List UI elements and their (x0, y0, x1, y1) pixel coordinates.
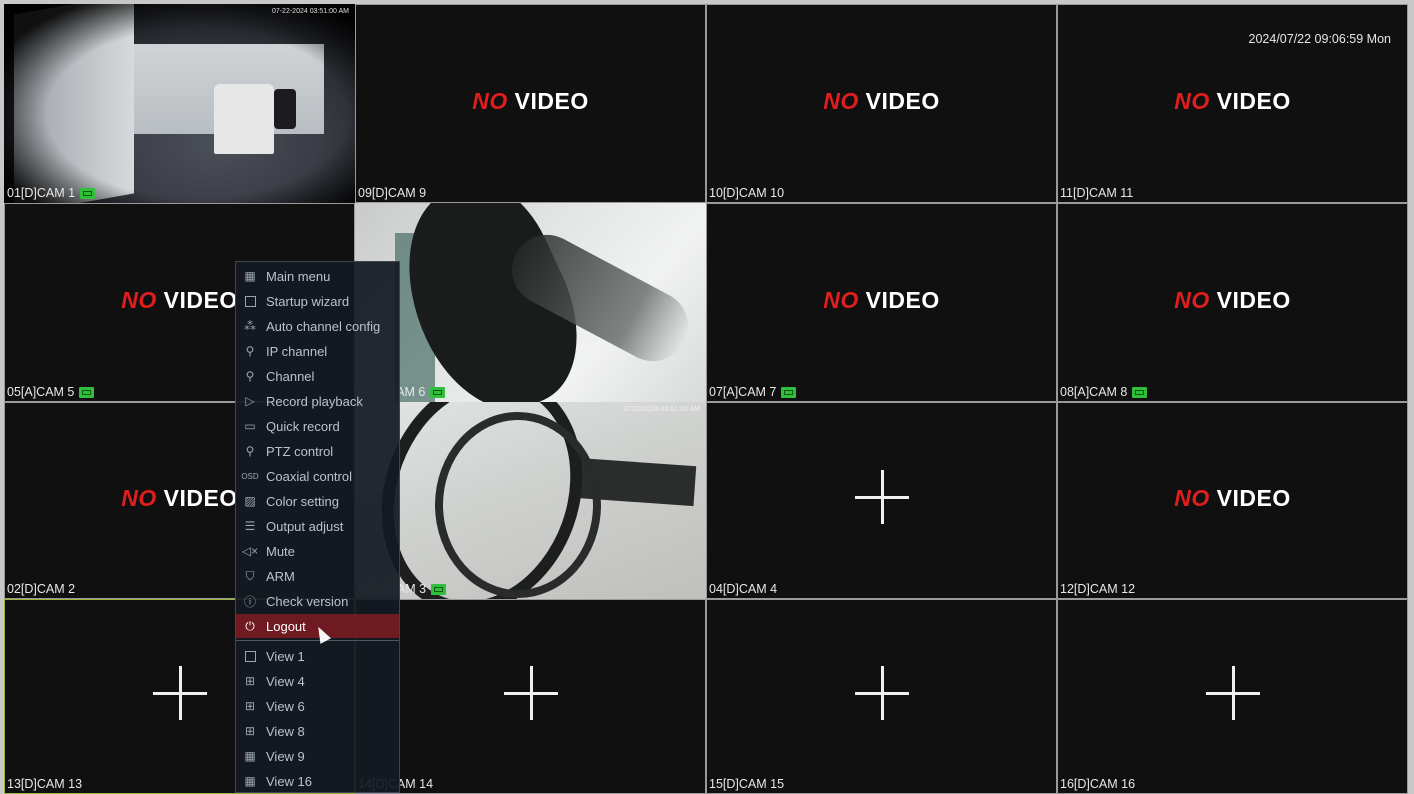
context-menu: ▦ Main menu Startup wizard ⁂ Auto channel … (235, 261, 400, 793)
osd-timestamp: 07/22/2024 03:51:01 AM (623, 406, 700, 413)
tile-cam-6[interactable]: 06[A]CAM 6 (355, 203, 706, 402)
record-icon (80, 187, 96, 199)
menu-item-view-8[interactable]: ⊞ View 8 (236, 719, 399, 743)
tile-cam-11[interactable]: 2024/07/22 09:06:59 Mon NO VIDEO 11[D]CA… (1057, 4, 1408, 203)
view8-icon: ⊞ (244, 724, 256, 738)
menu-item-main-menu[interactable]: ▦ Main menu (236, 264, 399, 288)
channel-label: 10[D]CAM 10 (709, 186, 785, 200)
tile-cam-1[interactable]: 07-22-2024 03:51:00 AM 01[D]CAM 1 (4, 4, 355, 203)
record-icon (431, 583, 447, 595)
osd-icon: OSD (241, 471, 259, 481)
tile-cam-15[interactable]: 15[D]CAM 15 (706, 599, 1057, 794)
channel-label: 01[D]CAM 1 (7, 186, 96, 200)
sliders-icon: ☰ (244, 519, 256, 533)
channel-label: 09[D]CAM 9 (358, 186, 427, 200)
record-icon (781, 386, 797, 398)
mute-icon: ◁× (241, 544, 259, 558)
menu-item-view-9[interactable]: ▦ View 9 (236, 744, 399, 768)
record-icon (79, 386, 95, 398)
tile-cam-4[interactable]: 04[D]CAM 4 (706, 402, 1057, 599)
menu-item-view-6[interactable]: ⊞ View 6 (236, 694, 399, 718)
channel-label: 12[D]CAM 12 (1060, 582, 1136, 596)
menu-item-startup-wizard[interactable]: Startup wizard (236, 289, 399, 313)
camera-feed (355, 402, 706, 599)
menu-item-ptz-control[interactable]: ⚲ PTZ control (236, 439, 399, 463)
info-icon: ⓘ (243, 594, 256, 609)
menu-item-mute[interactable]: ◁× Mute (236, 539, 399, 563)
add-camera-icon[interactable] (503, 665, 558, 720)
camera-feed (355, 203, 706, 402)
view1-icon (241, 649, 259, 663)
menu-item-arm[interactable]: ⛉ ARM (236, 564, 399, 588)
menu-item-check-version[interactable]: ⓘ Check version (236, 589, 399, 613)
camera-feed (4, 4, 355, 203)
menu-item-view-16[interactable]: ▦ View 16 (236, 769, 399, 793)
shield-icon: ⛉ (245, 568, 255, 583)
record-icon (430, 386, 446, 398)
add-camera-icon[interactable] (1205, 665, 1260, 720)
channel-label: 16[D]CAM 16 (1060, 777, 1136, 791)
menu-item-output-adjust[interactable]: ☰ Output adjust (236, 514, 399, 538)
add-camera-icon[interactable] (854, 469, 909, 524)
channel-label: 07[A]CAM 7 (709, 385, 797, 399)
grid-icon: ▦ (244, 269, 256, 283)
ip-camera-icon: ⚲ (245, 344, 255, 358)
no-video-text: NO VIDEO (823, 87, 940, 114)
menu-item-quick-record[interactable]: ▭ Quick record (236, 414, 399, 438)
tile-cam-16[interactable]: 16[D]CAM 16 (1057, 599, 1408, 794)
tile-cam-9[interactable]: NO VIDEO 09[D]CAM 9 (355, 4, 706, 203)
no-video-text: NO VIDEO (823, 286, 940, 313)
view16-icon: ▦ (244, 774, 256, 788)
tile-cam-8[interactable]: NO VIDEO 08[A]CAM 8 (1057, 203, 1408, 402)
channel-label: 04[D]CAM 4 (709, 582, 778, 596)
add-camera-icon[interactable] (854, 665, 909, 720)
record-icon (1132, 386, 1148, 398)
tile-cam-3[interactable]: 07/22/2024 03:51:01 AM 03[D]CAM 3 (355, 402, 706, 599)
menu-item-auto-channel-config[interactable]: ⁂ Auto channel config (236, 314, 399, 338)
system-datetime: 2024/07/22 09:06:59 Mon (1248, 32, 1391, 46)
channel-label: 13[D]CAM 13 (7, 777, 83, 791)
view6-icon: ⊞ (244, 699, 256, 713)
menu-item-view-4[interactable]: ⊞ View 4 (236, 669, 399, 693)
channel-label: 15[D]CAM 15 (709, 777, 785, 791)
menu-item-color-setting[interactable]: ▨ Color setting (236, 489, 399, 513)
no-video-text: NO VIDEO (472, 87, 589, 114)
ptz-icon: ⚲ (245, 444, 255, 458)
play-icon: ▷ (245, 394, 255, 408)
channel-label: 05[A]CAM 5 (7, 385, 95, 399)
menu-item-record-playback[interactable]: ▷ Record playback (236, 389, 399, 413)
network-icon: ⁂ (244, 319, 256, 333)
menu-item-ip-channel[interactable]: ⚲ IP channel (236, 339, 399, 363)
tile-cam-14[interactable]: 14[D]CAM 14 (355, 599, 706, 794)
tile-cam-7[interactable]: NO VIDEO 07[A]CAM 7 (706, 203, 1057, 402)
tile-cam-12[interactable]: NO VIDEO 12[D]CAM 12 (1057, 402, 1408, 599)
menu-item-coaxial-control[interactable]: OSD Coaxial control (236, 464, 399, 488)
no-video-text: NO VIDEO (1174, 87, 1291, 114)
no-video-text: NO VIDEO (1174, 286, 1291, 313)
image-icon: ▨ (244, 494, 256, 508)
menu-item-view-1[interactable]: View 1 (236, 644, 399, 668)
document-icon (241, 294, 259, 308)
camera-icon: ⚲ (245, 369, 255, 383)
power-icon: ⏻ (245, 618, 255, 633)
no-video-text: NO VIDEO (1174, 484, 1291, 511)
view9-icon: ▦ (244, 749, 256, 763)
camera-grid: 07-22-2024 03:51:00 AM 01[D]CAM 1 NO VID… (0, 0, 1414, 794)
osd-timestamp: 07-22-2024 03:51:00 AM (271, 8, 349, 15)
channel-label: 08[A]CAM 8 (1060, 385, 1148, 399)
tile-cam-10[interactable]: NO VIDEO 10[D]CAM 10 (706, 4, 1057, 203)
video-record-icon: ▭ (244, 419, 256, 433)
menu-item-channel[interactable]: ⚲ Channel (236, 364, 399, 388)
channel-label: 02[D]CAM 2 (7, 582, 76, 596)
channel-label: 11[D]CAM 11 (1060, 186, 1134, 200)
add-camera-icon[interactable] (152, 665, 207, 720)
view4-icon: ⊞ (244, 674, 256, 688)
